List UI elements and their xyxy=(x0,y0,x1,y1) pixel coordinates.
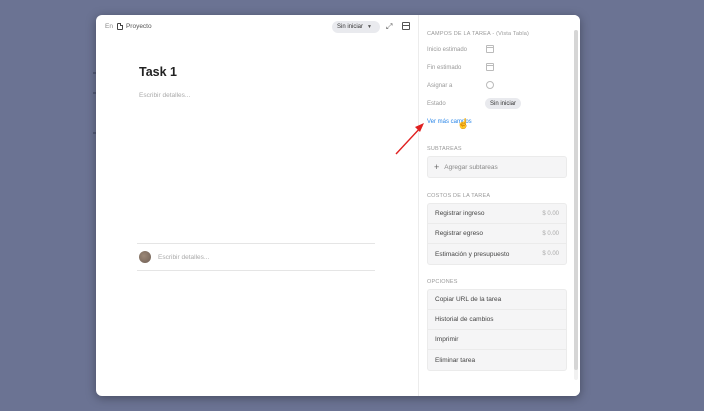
cost-row[interactable]: Registrar egreso $ 0.00 xyxy=(428,224,566,244)
chevron-down-icon: ▼ xyxy=(367,24,372,30)
task-side-panel: CAMPOS DE LA TAREA - (Vista Tabla) Inici… xyxy=(418,15,580,396)
task-title[interactable]: Task 1 xyxy=(139,65,177,79)
breadcrumb-project-link[interactable]: Proyecto xyxy=(126,23,152,30)
document-icon xyxy=(116,23,123,30)
cost-label: Registrar egreso xyxy=(435,230,484,237)
costs-box: Registrar ingreso $ 0.00 Registrar egres… xyxy=(427,203,567,265)
state-dropdown[interactable]: Sin iniciar xyxy=(485,98,521,109)
comment-input[interactable]: Escribir detalles... xyxy=(158,254,209,261)
option-copy-url[interactable]: Copiar URL de la tarea xyxy=(428,290,566,310)
expand-icon[interactable]: ⤢ xyxy=(386,22,395,31)
task-description-input[interactable]: Escribir detalles... xyxy=(139,92,190,99)
plus-icon: + xyxy=(434,162,440,172)
cost-amount: $ 0.00 xyxy=(542,251,559,257)
cost-amount: $ 0.00 xyxy=(542,210,559,217)
add-subtask-label: Agregar subtareas xyxy=(444,163,498,171)
cost-amount: $ 0.00 xyxy=(542,230,559,237)
task-main-panel: En Proyecto Sin iniciar ▼ ⤢ Task 1 Escri… xyxy=(96,15,418,396)
option-change-history[interactable]: Historial de cambios xyxy=(428,310,566,330)
status-label: Sin iniciar xyxy=(337,24,364,30)
divider xyxy=(137,270,375,271)
divider xyxy=(137,243,375,244)
start-date-label: Inicio estimado xyxy=(427,47,468,53)
fields-heading: CAMPOS DE LA TAREA - (Vista Tabla) xyxy=(427,31,530,37)
panel-toggle-icon[interactable] xyxy=(402,22,410,30)
cost-row[interactable]: Estimación y presupuesto $ 0.00 xyxy=(428,244,566,264)
cost-row[interactable]: Registrar ingreso $ 0.00 xyxy=(428,204,566,224)
avatar xyxy=(139,251,151,263)
breadcrumb: En Proyecto xyxy=(105,23,152,30)
end-date-label: Fin estimado xyxy=(427,65,462,71)
user-add-icon[interactable] xyxy=(486,81,494,89)
task-modal: En Proyecto Sin iniciar ▼ ⤢ Task 1 Escri… xyxy=(96,15,580,396)
subtasks-box: + Agregar subtareas xyxy=(427,156,567,178)
state-label: Estado xyxy=(427,101,446,107)
assign-label: Asignar a xyxy=(427,83,453,89)
costs-heading: COSTOS DE LA TAREA xyxy=(427,193,491,199)
option-print[interactable]: Imprimir xyxy=(428,330,566,350)
cost-label: Registrar ingreso xyxy=(435,210,485,217)
option-delete-task[interactable]: Eliminar tarea xyxy=(428,350,566,370)
scrollbar-thumb[interactable] xyxy=(574,30,578,370)
hand-cursor-icon: ☝ xyxy=(457,119,470,130)
add-subtask-button[interactable]: + Agregar subtareas xyxy=(428,157,566,177)
status-dropdown[interactable]: Sin iniciar ▼ xyxy=(332,21,380,33)
calendar-icon[interactable] xyxy=(486,63,494,71)
options-heading: OPCIONES xyxy=(427,279,458,285)
options-box: Copiar URL de la tarea Historial de camb… xyxy=(427,289,567,371)
calendar-icon[interactable] xyxy=(486,45,494,53)
subtasks-heading: SUBTAREAS xyxy=(427,146,462,152)
cost-label: Estimación y presupuesto xyxy=(435,250,510,258)
breadcrumb-prefix: En xyxy=(105,23,113,30)
